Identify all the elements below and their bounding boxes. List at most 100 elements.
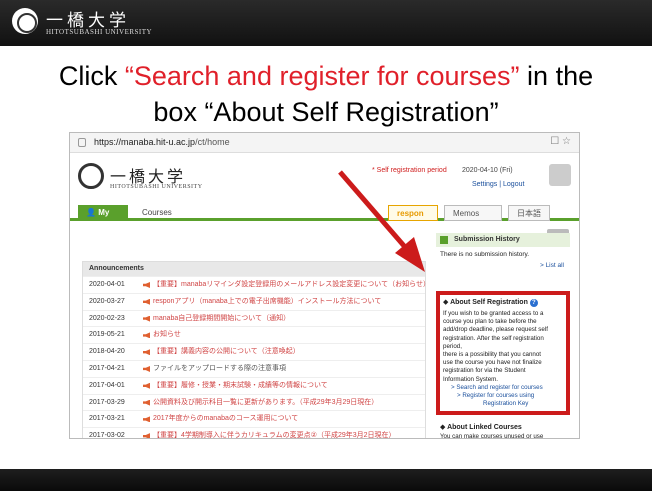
site-name-en: HITOTSUBASHI UNIVERSITY — [110, 184, 203, 190]
about-self-registration-title: ◆ About Self Registration ? — [443, 298, 563, 307]
tab-courses-label: Courses — [142, 208, 172, 217]
megaphone-icon — [143, 349, 150, 356]
announcement-date: 2020-02-23 — [89, 314, 125, 322]
announcement-date: 2017-03-02 — [89, 432, 125, 439]
language-toggle[interactable]: 日本語 — [508, 205, 550, 221]
embedded-screenshot: https://manaba.hit-u.ac.jp/ct/home ☐ ☆ 一… — [69, 132, 580, 439]
announcement-date: 2017-03-29 — [89, 398, 125, 406]
announcement-row[interactable]: 2017-04-21 ファイルをアップロードする際の注意事項 — [83, 359, 425, 377]
tab-my-page-label: My Page — [86, 208, 110, 233]
about-self-registration-line: add/drop deadline, please request self — [443, 326, 548, 334]
url-path: /ct/home — [195, 137, 230, 147]
announcement-row[interactable]: 2017-03-29 公開資料及び開示科目一覧に更新があります。（平成29年3月2… — [83, 393, 425, 411]
announcement-row[interactable]: 2020-03-27 responアプリ（manaba上での電子出席機能）インスト… — [83, 292, 425, 310]
megaphone-icon — [143, 332, 150, 339]
submission-history-body: There is no submission history. — [440, 251, 530, 258]
self-registration-period-link[interactable]: * Self registration period — [372, 167, 447, 174]
announcements-list: 2020-04-01 【重要】manabaリマインダ設定登録用のメールアドレス設定… — [83, 276, 430, 439]
announcement-row[interactable]: 2020-02-23 manaba自己登録期間開始について（通知） — [83, 309, 425, 327]
instruction-text: Click “Search and register for courses” … — [20, 58, 632, 130]
announcement-date: 2020-04-01 — [89, 281, 125, 288]
info-icon — [78, 138, 86, 147]
about-self-registration-line: there is a possibility that you cannot — [443, 351, 542, 359]
current-date: 2020-04-10 (Fri) — [462, 167, 513, 174]
header-links: Settings | Logout — [472, 181, 525, 188]
announcement-date: 2017-03-21 — [89, 415, 125, 423]
language-label: 日本語 — [517, 209, 541, 218]
announcement-row[interactable]: 2017-03-02 【重要】4学期制導入に伴うカリキュラムの変更点②（平成29年… — [83, 427, 425, 439]
announcement-link[interactable]: 【重要】manabaリマインダ設定登録用のメールアドレス設定変更について（お知ら… — [153, 277, 430, 293]
about-self-registration-line: course you plan to take before the — [443, 318, 537, 326]
about-linked-courses-title-text: About Linked Courses — [447, 424, 522, 431]
instruction-mid: in the — [519, 61, 594, 91]
announcement-link[interactable]: 【重要】履修・授業・期末試験・成績等の情報について — [153, 378, 328, 394]
about-self-registration-line: use the course you have not finalize — [443, 359, 542, 367]
announcement-link[interactable]: 公開資料及び開示科目一覧に更新があります。（平成29年3月29日現在） — [153, 395, 378, 411]
slide-footer — [0, 469, 652, 491]
announcements-title: Announcements — [83, 262, 425, 276]
announcement-row[interactable]: 2019-05-21 お知らせ — [83, 326, 425, 343]
tab-courses[interactable]: Courses — [134, 205, 196, 221]
instruction-line2: box “About Self Registration” — [153, 97, 499, 127]
announcement-link[interactable]: 【重要】講義内容の公開について（注意喚起） — [153, 344, 300, 360]
university-name-en: HITOTSUBASHI UNIVERSITY — [46, 28, 153, 36]
megaphone-icon — [143, 399, 150, 406]
announcement-link[interactable]: お知らせ — [153, 327, 181, 343]
announcement-row[interactable]: 2018-04-20 【重要】講義内容の公開について（注意喚起） — [83, 343, 425, 360]
about-self-registration-title-text: About Self Registration — [450, 299, 528, 306]
about-self-registration-line: registration. After the self registratio… — [443, 334, 544, 342]
about-self-registration-body: If you wish to be granted access to a cou… — [443, 310, 563, 384]
logout-link[interactable]: Logout — [503, 181, 524, 188]
site-seal-icon — [78, 163, 104, 189]
submission-history-title: Submission History — [436, 233, 570, 247]
instruction-prefix: Click — [58, 61, 125, 91]
announcement-row[interactable]: 2020-04-01 【重要】manabaリマインダ設定登録用のメールアドレス設定… — [83, 276, 430, 293]
registration-key-text[interactable]: Registration Key — [443, 400, 563, 408]
megaphone-icon — [143, 315, 150, 322]
tab-my-page[interactable]: 👤 My Page — [78, 205, 128, 233]
announcements-panel: Announcements 2020-04-01 【重要】manabaリマインダ設… — [82, 261, 430, 439]
announcement-link[interactable]: ファイルをアップロードする際の注意事項 — [153, 361, 286, 377]
avatar[interactable] — [549, 164, 571, 186]
announcement-date: 2018-04-20 — [89, 348, 125, 356]
megaphone-icon — [143, 416, 150, 423]
announcement-date: 2019-05-21 — [89, 331, 125, 339]
announcement-row[interactable]: 2017-04-01 【重要】履修・授業・期末試験・成績等の情報について — [83, 376, 425, 394]
about-linked-courses-line: You can make courses unused or use — [440, 433, 544, 439]
about-linked-courses-body: You can make courses unused or usemultip… — [436, 433, 570, 439]
announcement-link[interactable]: 【重要】4学期制導入に伴うカリキュラムの変更点②（平成29年3月2日現在） — [153, 428, 396, 438]
megaphone-icon — [143, 382, 150, 389]
announcement-date: 2017-04-01 — [89, 381, 125, 389]
url-text[interactable]: https://manaba.hit-u.ac.jp/ct/home — [94, 137, 230, 147]
about-self-registration-line: registration for via the Student — [443, 367, 526, 375]
about-self-registration-line: period, — [443, 342, 462, 350]
register-with-key-link[interactable]: > Register for courses using — [443, 392, 563, 400]
announcement-date: 2020-03-27 — [89, 297, 125, 305]
main-tabs: 👤 My Page Courses respon Memos 日本語 — [70, 203, 579, 233]
search-and-register-label: Search and register for courses — [456, 383, 543, 391]
announcement-link[interactable]: manaba自己登録期間開始について（通知） — [153, 311, 290, 327]
megaphone-icon — [143, 433, 150, 438]
bookmark-star-icon[interactable]: ☐ ☆ — [550, 136, 571, 147]
list-all-link[interactable]: > List all — [436, 262, 570, 269]
tab-memos[interactable]: Memos — [444, 205, 502, 221]
tab-memos-label: Memos — [453, 209, 480, 218]
slide-header: 一橋大学 HITOTSUBASHI UNIVERSITY — [0, 0, 652, 46]
announcement-row[interactable]: 2017-03-21 2017年度からのmanabaのコース運用について — [83, 410, 425, 427]
announcement-link[interactable]: 2017年度からのmanabaのコース運用について — [153, 411, 298, 427]
settings-link[interactable]: Settings — [472, 181, 497, 188]
search-and-register-courses-link[interactable]: > Search and register for courses — [443, 384, 563, 392]
about-linked-courses-title: ◆ About Linked Courses — [440, 424, 522, 431]
instruction-highlight: “Search and register for courses” — [124, 61, 520, 91]
site-header: 一橋大学 HITOTSUBASHI UNIVERSITY * Self regi… — [70, 153, 579, 203]
megaphone-icon — [143, 365, 150, 372]
about-linked-courses-box: ◆ About Linked Courses You can make cour… — [436, 421, 570, 439]
announcement-link[interactable]: responアプリ（manaba上での電子出席機能）インストール方法について — [153, 294, 381, 310]
help-icon[interactable]: ? — [529, 299, 538, 307]
register-with-key-label: Register for courses using — [462, 392, 535, 400]
browser-url-bar[interactable]: https://manaba.hit-u.ac.jp/ct/home ☐ ☆ — [70, 133, 579, 153]
about-self-registration-box: ◆ About Self Registration ? If you wish … — [436, 291, 570, 415]
university-seal-icon — [12, 8, 38, 34]
tab-respon[interactable]: respon — [388, 205, 438, 221]
url-host: https://manaba.hit-u.ac.jp — [94, 137, 196, 147]
